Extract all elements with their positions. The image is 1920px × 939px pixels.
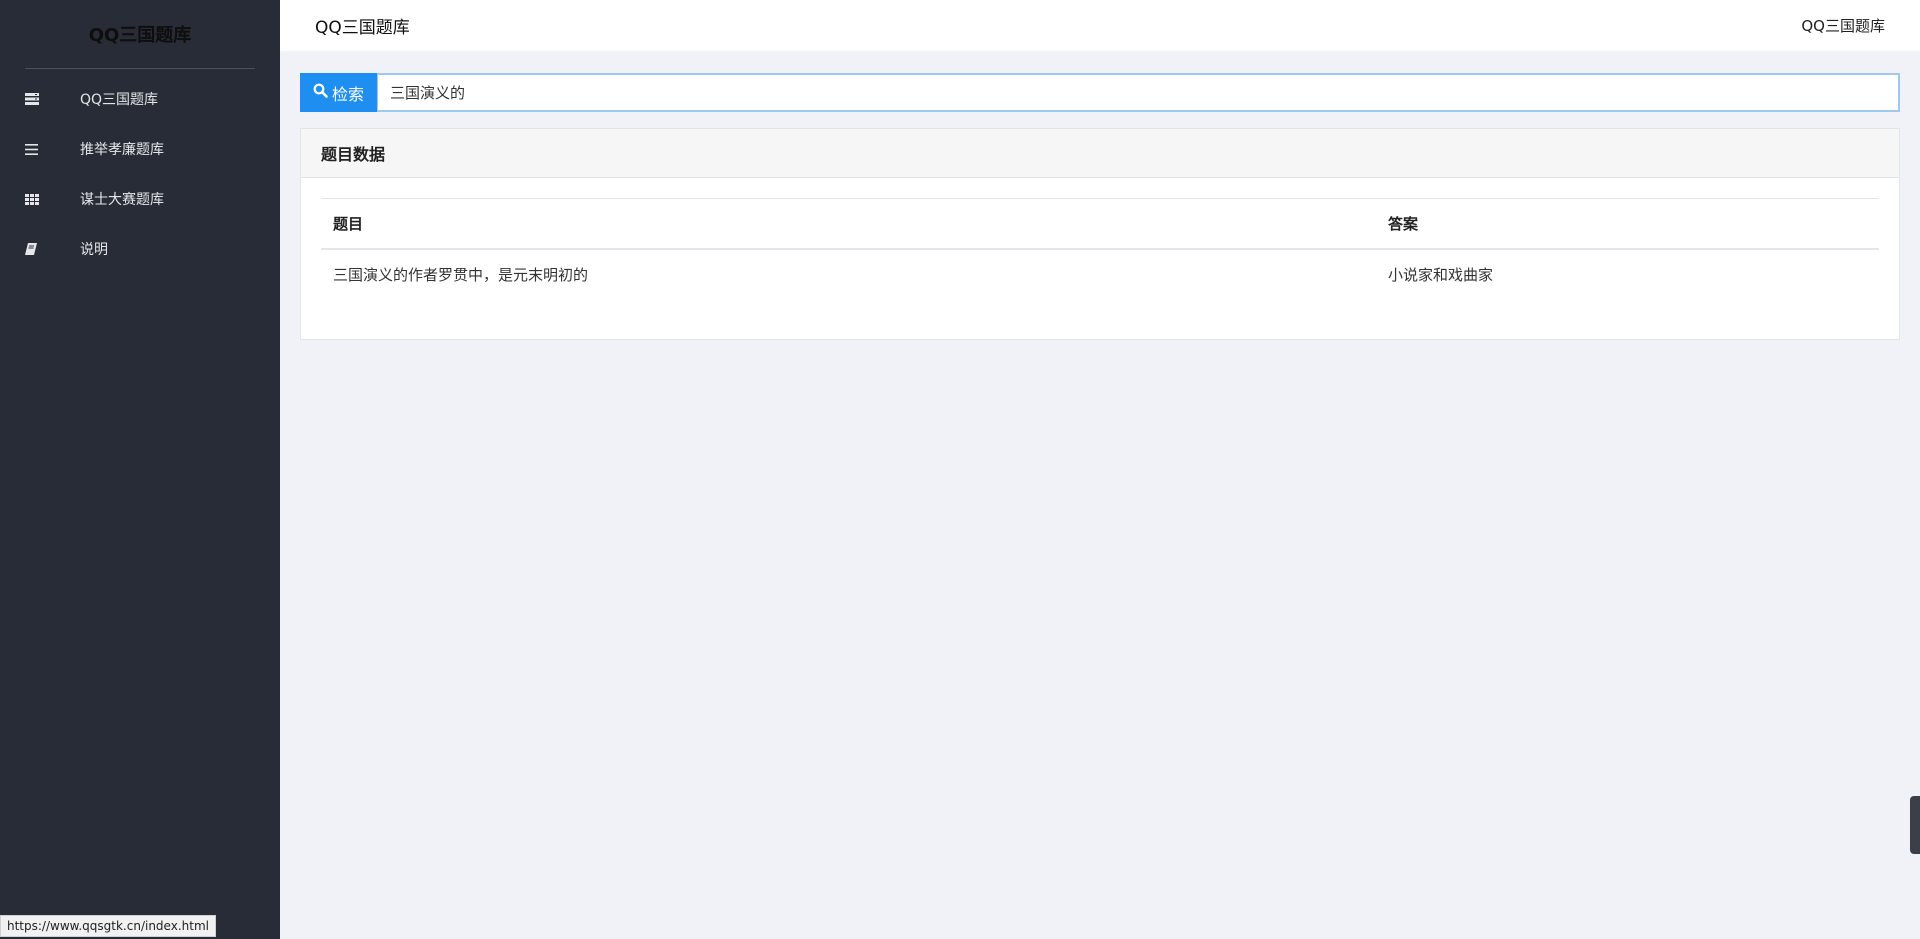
server-icon — [0, 93, 80, 105]
status-bar-url: https://www.qqsgtk.cn/index.html — [0, 915, 216, 937]
search-icon — [313, 83, 328, 102]
panel-title: 题目数据 — [301, 129, 1899, 178]
sidebar-item-tuiju[interactable]: 推举孝廉题库 — [0, 124, 280, 174]
sidebar: QQ三国题库 QQ三国题库 推举孝廉题库 谋士大赛题库 说明 https://w… — [0, 0, 280, 939]
panel-body: 题目 答案 三国演义的作者罗贯中，是元末明初的 小说家和戏曲家 — [301, 178, 1899, 339]
list-icon — [0, 143, 80, 155]
column-header-answer: 答案 — [1376, 198, 1879, 250]
page-title: QQ三国题库 — [315, 18, 410, 38]
sidebar-item-label: 说明 — [80, 242, 108, 258]
sidebar-item-label: 推举孝廉题库 — [80, 142, 164, 158]
cell-answer: 小说家和戏曲家 — [1388, 265, 1494, 284]
sidebar-divider — [25, 68, 255, 69]
search-button[interactable]: 检索 — [300, 73, 377, 112]
results-panel: 题目数据 题目 答案 三国演义的作者罗贯中，是元末明初的 小说家和戏曲家 — [300, 128, 1900, 340]
results-table: 题目 答案 三国演义的作者罗贯中，是元末明初的 小说家和戏曲家 — [321, 198, 1879, 299]
sidebar-item-label: 谋士大赛题库 — [80, 192, 164, 208]
column-header-question: 题目 — [321, 198, 1376, 250]
top-bar: QQ三国题库 QQ三国题库 — [280, 0, 1920, 51]
side-drawer-handle[interactable] — [1910, 796, 1920, 854]
sidebar-item-label: QQ三国题库 — [80, 92, 159, 108]
sidebar-item-qq-sanguo[interactable]: QQ三国题库 — [0, 74, 280, 124]
main-content: 检索 题目数据 题目 答案 三国演义的作者罗贯中，是元末明初的 小说家和戏曲家 — [300, 73, 1900, 340]
sidebar-item-shuoming[interactable]: 说明 — [0, 224, 280, 274]
search-button-label: 检索 — [331, 84, 364, 104]
search-bar: 检索 — [300, 73, 1900, 112]
search-input[interactable] — [377, 73, 1900, 112]
grid-icon — [0, 193, 80, 205]
book-icon — [0, 243, 80, 255]
sidebar-nav: QQ三国题库 推举孝廉题库 谋士大赛题库 说明 — [0, 74, 280, 274]
cell-question: 三国演义的作者罗贯中，是元末明初的 — [333, 265, 589, 284]
table-header-row: 题目 答案 — [321, 198, 1879, 250]
sidebar-item-moushi[interactable]: 谋士大赛题库 — [0, 174, 280, 224]
sidebar-brand[interactable]: QQ三国题库 — [0, 0, 280, 68]
user-menu[interactable]: QQ三国题库 — [1801, 15, 1885, 36]
table-row: 三国演义的作者罗贯中，是元末明初的 小说家和戏曲家 — [321, 249, 1879, 299]
